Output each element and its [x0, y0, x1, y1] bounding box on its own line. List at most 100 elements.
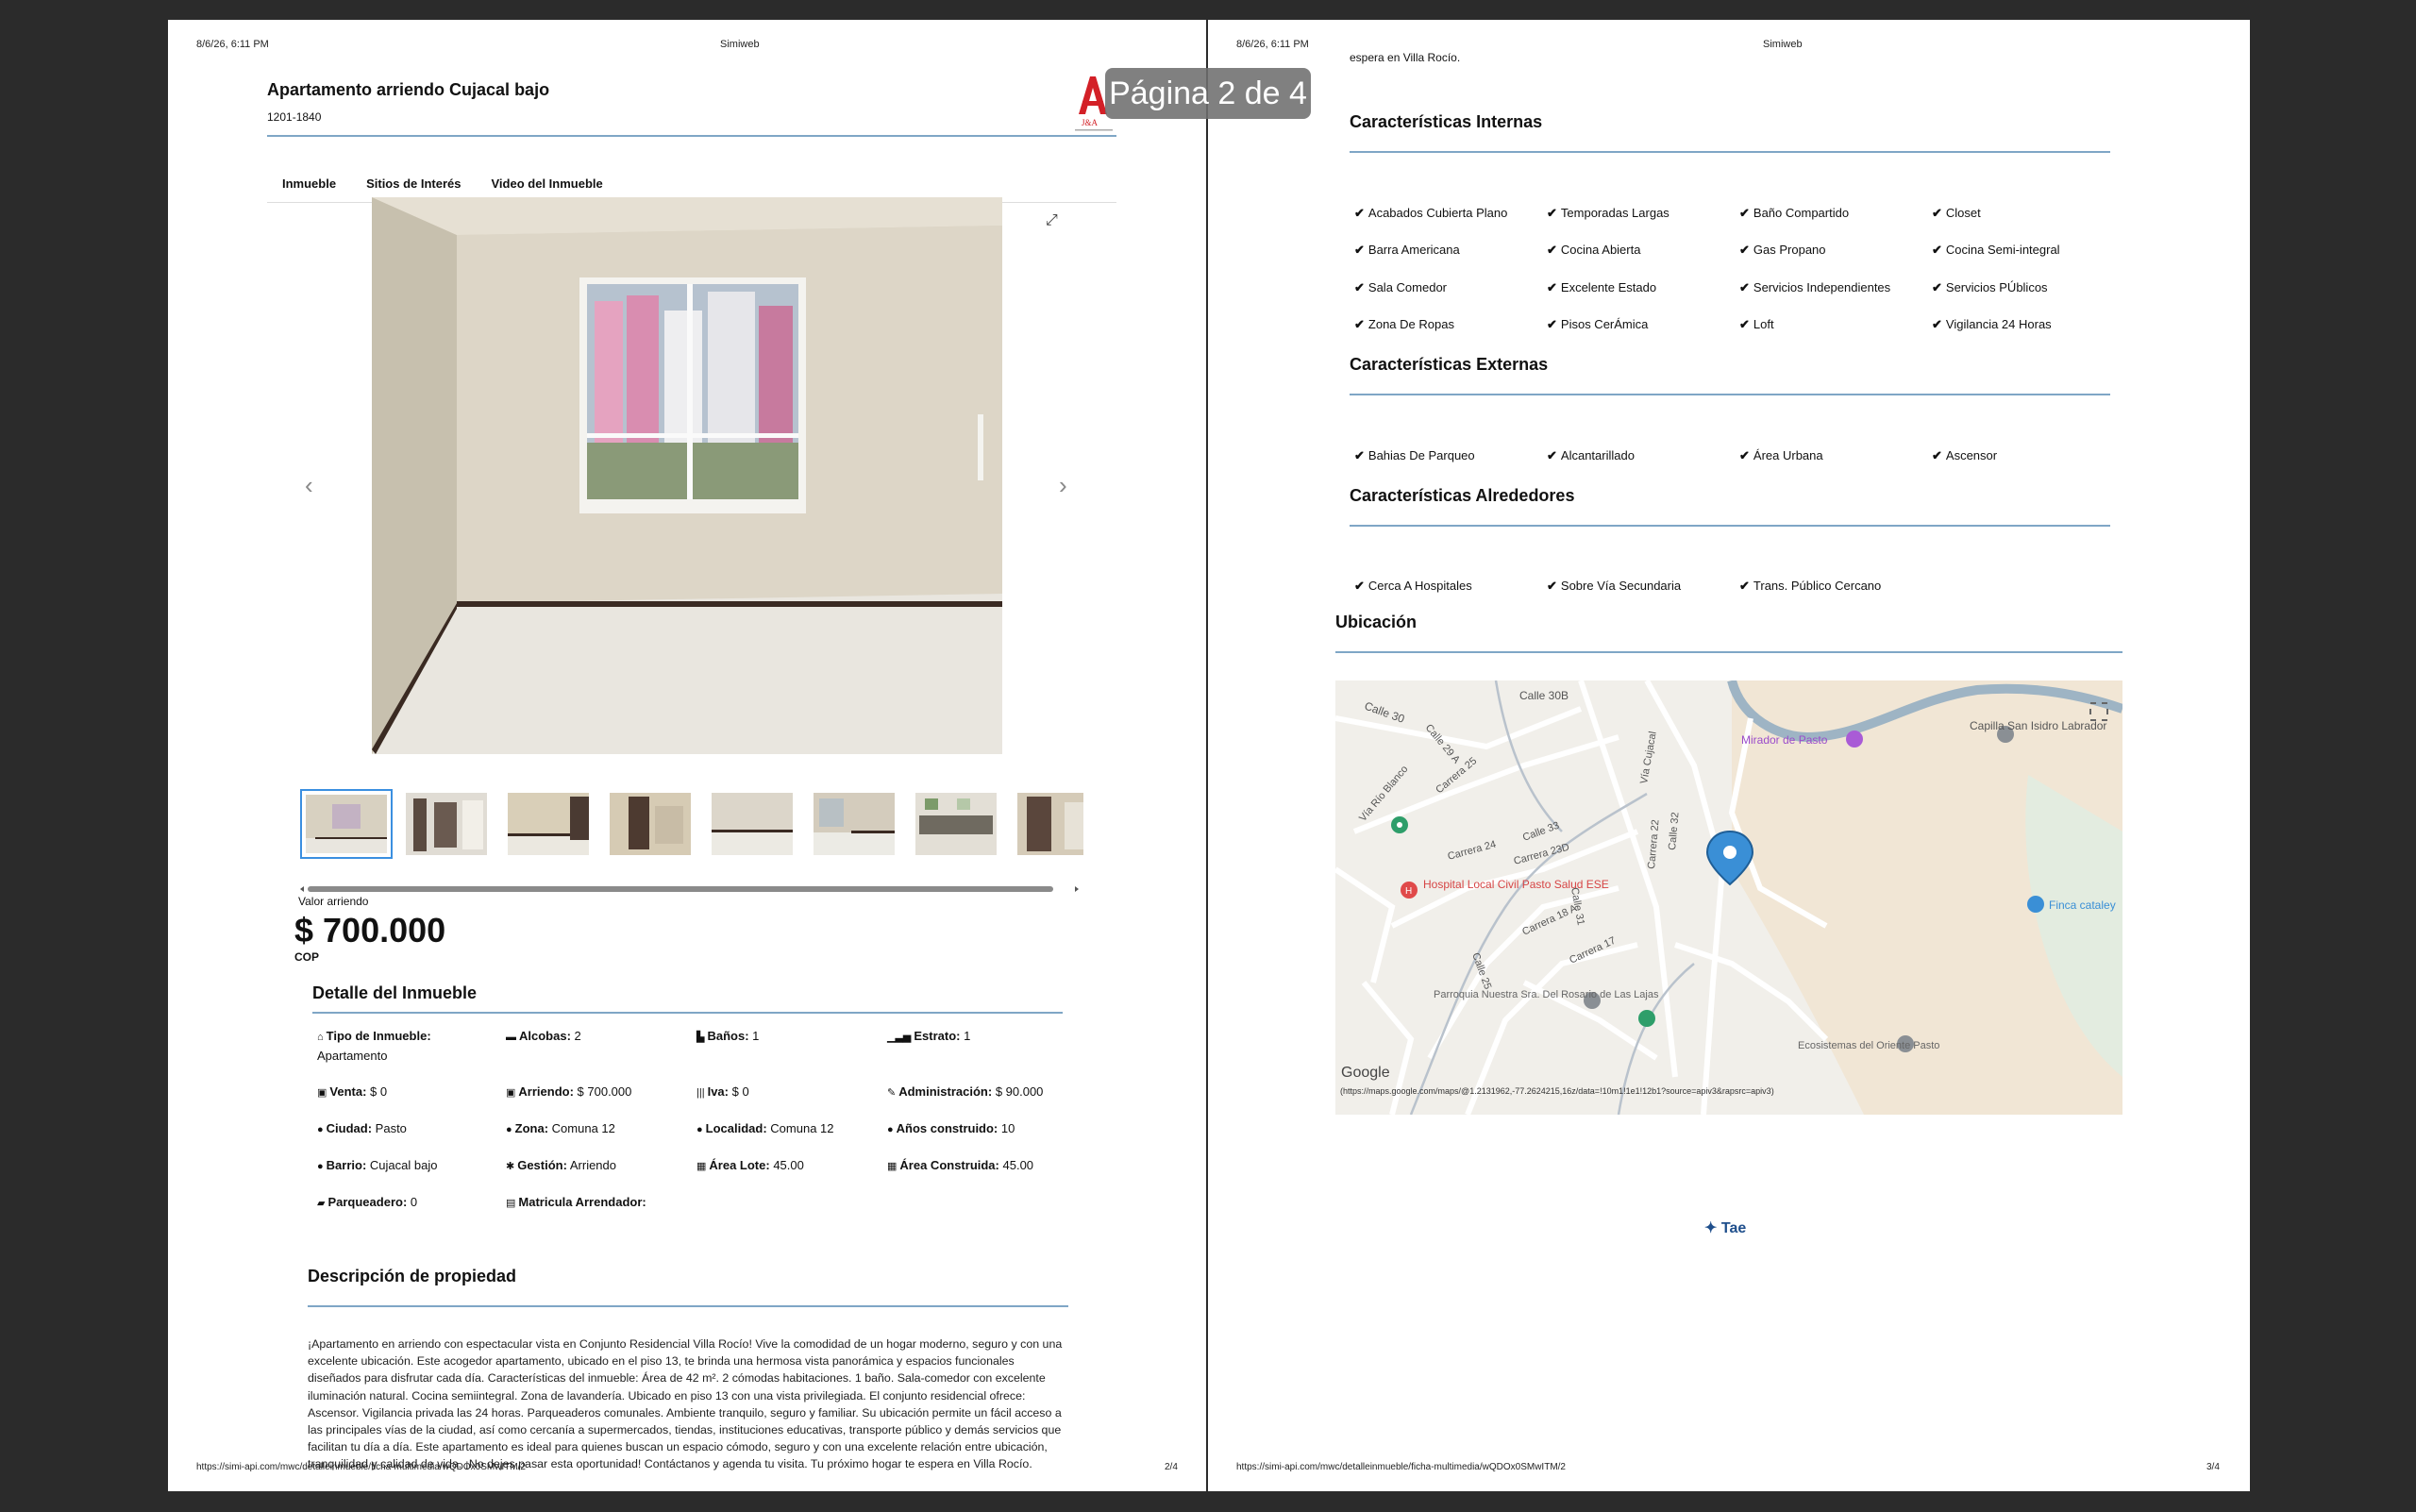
feature-label: Área Urbana: [1753, 448, 1823, 462]
surround-features-title: Características Alrededores: [1350, 486, 1575, 505]
detail-area-construida: ▦ Área Construida: 45.00: [887, 1158, 1034, 1172]
feature-label: Barra Americana: [1367, 243, 1460, 258]
check-icon: ✔: [1932, 316, 1942, 331]
feature-label: Servicios Independientes: [1753, 279, 1891, 294]
thumbnail[interactable]: [814, 793, 895, 855]
detail-banos: ▙ Baños: 1: [696, 1029, 760, 1043]
feature-item: ✔ Sobre Vía Secundaria: [1547, 579, 1681, 594]
feature-label: Bahias De Parqueo: [1367, 448, 1475, 462]
footer-url: https://simi-api.com/mwc/detalleinmueble…: [196, 1462, 526, 1472]
feature-label: Closet: [1945, 206, 1981, 220]
home-icon: ⌂: [317, 1032, 324, 1043]
property-title: Apartamento arriendo Cujacal bajo: [267, 80, 550, 99]
external-features-title: Características Externas: [1350, 355, 1549, 374]
map-marker-icon: ●: [317, 1124, 324, 1135]
check-icon: ✔: [1739, 316, 1750, 331]
feature-label: Gas Propano: [1753, 243, 1826, 258]
feature-item: ✔ Gas Propano: [1739, 243, 1826, 258]
map-label-parroquia[interactable]: Parroquia Nuestra Sra. Del Rosario de La…: [1434, 989, 1659, 1000]
thumbnail[interactable]: [712, 793, 793, 855]
check-icon: ✔: [1354, 279, 1365, 294]
thumbnail[interactable]: [300, 789, 393, 859]
page-indicator-badge: Página 2 de 4: [1105, 68, 1311, 119]
detail-parqueadero: ▰ Parqueadero: 0: [317, 1195, 418, 1209]
svg-text:Calle 30B: Calle 30B: [1519, 689, 1569, 702]
thumbnail[interactable]: [1017, 793, 1083, 855]
map-label-finca[interactable]: Finca cataley: [2049, 899, 2116, 912]
check-icon: ✔: [1547, 448, 1557, 462]
feature-item: ✔ Zona De Ropas: [1354, 317, 1454, 332]
feature-label: Excelente Estado: [1560, 279, 1657, 294]
pdf-page-right: 8/6/26, 6:11 PM Simiweb espera en Villa …: [1208, 20, 2250, 1491]
feature-label: Cerca A Hospitales: [1367, 579, 1472, 593]
footer-page-number: 2/4: [1165, 1462, 1178, 1472]
money-icon: ▣: [317, 1087, 327, 1099]
map-source-url[interactable]: (https://maps.google.com/maps/@1.2131962…: [1340, 1086, 1774, 1096]
thumbnail[interactable]: [610, 793, 691, 855]
expand-icon[interactable]: ⤢: [1046, 212, 1058, 229]
feature-item: ✔ Temporadas Largas: [1547, 206, 1669, 221]
check-icon: ✔: [1354, 206, 1365, 220]
map-canvas[interactable]: Calle 30 Calle 30B Calle 29 A Carrera 25…: [1335, 680, 2122, 1115]
check-icon: ✔: [1354, 448, 1365, 462]
feature-item: ✔ Barra Americana: [1354, 243, 1460, 258]
feature-label: Cocina Abierta: [1560, 243, 1641, 258]
svg-text:J&A: J&A: [1082, 118, 1099, 127]
bed-icon: ▬: [506, 1032, 516, 1043]
pdf-page-left: 8/6/26, 6:11 PM Simiweb Apartamento arri…: [168, 20, 1206, 1491]
location-map[interactable]: Calle 30 Calle 30B Calle 29 A Carrera 25…: [1335, 680, 2122, 1115]
tab-video[interactable]: Video del Inmueble: [477, 152, 618, 202]
feature-item: ✔ Trans. Público Cercano: [1739, 579, 1881, 594]
check-icon: ✔: [1547, 579, 1557, 593]
description-text: ¡Apartamento en arriendo con espectacula…: [308, 1337, 1063, 1471]
check-icon: ✔: [1739, 243, 1750, 258]
thumbnail[interactable]: [508, 793, 589, 855]
thumbnail[interactable]: [406, 793, 487, 855]
map-label-ecosistemas[interactable]: Ecosistemas del Oriente Pasto: [1798, 1040, 1939, 1051]
check-icon: ✔: [1354, 243, 1365, 258]
header-site: Simiweb: [720, 39, 760, 50]
check-icon: ✔: [1932, 243, 1942, 258]
check-icon: ✔: [1354, 579, 1365, 593]
tab-sitios-interes[interactable]: Sitios de Interés: [351, 152, 476, 202]
feature-label: Servicios PÚblicos: [1945, 279, 2048, 294]
feature-item: ✔ Baño Compartido: [1739, 206, 1849, 221]
map-label-mirador[interactable]: Mirador de Pasto: [1741, 733, 1828, 747]
price-currency: COP: [294, 950, 320, 964]
feature-item: ✔ Bahias De Parqueo: [1354, 448, 1475, 463]
next-photo-arrow[interactable]: ›: [1059, 471, 1067, 500]
description-divider: [308, 1305, 1068, 1307]
tab-inmueble[interactable]: Inmueble: [267, 152, 351, 202]
header-site: Simiweb: [1763, 39, 1803, 50]
feature-item: ✔ Cerca A Hospitales: [1354, 579, 1472, 594]
price-label: Valor arriendo: [298, 895, 369, 908]
check-icon: ✔: [1354, 316, 1365, 331]
map-label-capilla[interactable]: Capilla San Isidro Labrador: [1970, 719, 2106, 732]
thumbnail[interactable]: [915, 793, 997, 855]
feature-label: Baño Compartido: [1753, 206, 1850, 220]
external-divider: [1350, 394, 2110, 395]
internal-features-title: Características Internas: [1350, 112, 1543, 131]
prev-photo-arrow[interactable]: ‹: [305, 471, 313, 500]
feature-item: ✔ Closet: [1932, 206, 1981, 221]
grid-icon: ▦: [696, 1161, 707, 1172]
feature-item: ✔ Pisos CerÁmica: [1547, 317, 1648, 332]
feature-label: Ascensor: [1945, 448, 1998, 462]
feature-item: ✔ Alcantarillado: [1547, 448, 1635, 463]
map-marker-icon: ●: [696, 1124, 703, 1135]
surround-divider: [1350, 525, 2110, 527]
map-marker-icon: ●: [506, 1124, 512, 1135]
feature-item: ✔ Sala Comedor: [1354, 280, 1447, 295]
feature-label: Alcantarillado: [1560, 448, 1635, 462]
check-icon: ✔: [1932, 448, 1942, 462]
location-title: Ubicación: [1335, 613, 1418, 631]
feature-item: ✔ Excelente Estado: [1547, 280, 1656, 295]
detail-section-title: Detalle del Inmueble: [312, 983, 478, 1002]
map-label-hospital[interactable]: Hospital Local Civil Pasto Salud ESE: [1423, 878, 1609, 891]
feature-label: Cocina Semi-integral: [1945, 243, 2060, 258]
barcode-icon: |||: [696, 1087, 705, 1099]
thumbnail-scrollbar[interactable]: [300, 885, 1079, 893]
feature-label: Sobre Vía Secundaria: [1560, 579, 1682, 593]
main-property-photo[interactable]: [372, 197, 1002, 754]
feature-item: ✔ Área Urbana: [1739, 448, 1823, 463]
